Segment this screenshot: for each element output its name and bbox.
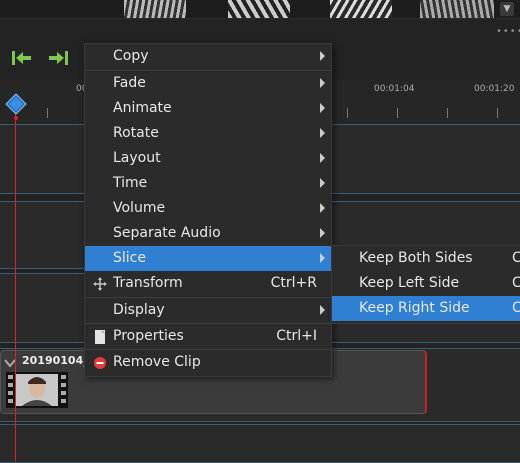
submenu-arrow-icon xyxy=(320,203,325,213)
menu-item-shortcut: C xyxy=(512,275,520,291)
submenu-arrow-icon xyxy=(320,128,325,138)
menu-item-separate-audio[interactable]: Separate Audio xyxy=(85,221,331,246)
menu-item-keep-both-sides[interactable]: Keep Both Sides C xyxy=(332,246,520,271)
jump-to-end-icon[interactable] xyxy=(46,48,70,68)
menu-item-rotate[interactable]: Rotate xyxy=(85,121,331,146)
ruler-tick xyxy=(497,108,498,118)
menu-item-time[interactable]: Time xyxy=(85,171,331,196)
menu-item-label: Keep Right Side xyxy=(359,300,470,316)
menu-item-properties[interactable]: Properties Ctrl+I xyxy=(85,324,331,349)
timeline-track[interactable] xyxy=(0,424,520,463)
context-menu: Copy Fade Animate Rotate Layout Time Vol… xyxy=(84,43,332,377)
menu-item-label: Properties xyxy=(113,328,184,344)
menu-item-label: Volume xyxy=(113,200,166,216)
document-icon xyxy=(93,330,107,344)
submenu-arrow-icon xyxy=(320,253,325,263)
menu-item-keep-left-side[interactable]: Keep Left Side C xyxy=(332,271,520,296)
menu-item-volume[interactable]: Volume xyxy=(85,196,331,221)
submenu-arrow-icon xyxy=(320,178,325,188)
menu-item-label: Layout xyxy=(113,150,161,166)
playhead-marker-icon[interactable] xyxy=(4,92,28,120)
menu-item-remove-clip[interactable]: Remove Clip xyxy=(85,350,331,375)
clip-title: 20190104_ xyxy=(22,354,89,367)
ruler-tick xyxy=(447,108,448,118)
jump-to-start-icon[interactable] xyxy=(10,48,34,68)
menu-item-label: Time xyxy=(113,175,148,191)
submenu-arrow-icon xyxy=(320,78,325,88)
menu-item-shortcut: C xyxy=(512,250,520,266)
menu-item-label: Display xyxy=(113,302,165,318)
submenu-arrow-icon xyxy=(320,305,325,315)
submenu-arrow-icon xyxy=(320,103,325,113)
ruler-time-label: 00:01:20 xyxy=(474,84,515,94)
slice-submenu: Keep Both Sides C Keep Left Side C Keep Ri… xyxy=(331,245,520,324)
menu-item-label: Slice xyxy=(113,250,146,266)
menu-item-slice[interactable]: Slice xyxy=(85,246,331,271)
ruler-time-label: 00:01:04 xyxy=(374,84,415,94)
scroll-down-icon[interactable]: ▼ xyxy=(500,2,514,16)
menu-item-label: Animate xyxy=(113,100,172,116)
playhead-line[interactable] xyxy=(15,112,16,461)
submenu-arrow-icon xyxy=(320,228,325,238)
menu-item-label: Keep Left Side xyxy=(359,275,460,291)
submenu-arrow-icon xyxy=(320,51,325,61)
menu-item-shortcut: Ctrl+I xyxy=(276,328,317,344)
menu-item-transform[interactable]: Transform Ctrl+R xyxy=(85,271,331,296)
menu-item-fade[interactable]: Fade xyxy=(85,71,331,96)
clip-thumbnail xyxy=(420,0,494,18)
menu-item-label: Fade xyxy=(113,75,146,91)
clip-thumbnail xyxy=(228,0,290,18)
menu-item-keep-right-side[interactable]: Keep Right Side C xyxy=(332,296,520,321)
menu-item-animate[interactable]: Animate xyxy=(85,96,331,121)
ruler-tick xyxy=(347,108,348,118)
submenu-arrow-icon xyxy=(320,153,325,163)
menu-item-layout[interactable]: Layout xyxy=(85,146,331,171)
menu-item-shortcut: Ctrl+R xyxy=(270,275,317,291)
menu-item-label: Remove Clip xyxy=(113,354,201,370)
menu-item-display[interactable]: Display xyxy=(85,298,331,323)
ruler-tick xyxy=(47,108,48,118)
menu-item-label: Copy xyxy=(113,48,149,64)
remove-icon xyxy=(93,356,107,370)
clip-thumbnail xyxy=(124,0,186,18)
ruler-tick xyxy=(397,108,398,118)
move-icon xyxy=(93,277,107,291)
menu-item-label: Keep Both Sides xyxy=(359,250,473,266)
menu-item-shortcut: C xyxy=(512,300,520,316)
grip-handle-icon[interactable]: ••••• xyxy=(496,26,520,37)
menu-item-label: Separate Audio xyxy=(113,225,221,241)
menu-item-label: Rotate xyxy=(113,125,159,141)
clip-thumbnail xyxy=(330,0,392,18)
menu-item-label: Transform xyxy=(113,275,183,291)
menu-item-copy[interactable]: Copy xyxy=(85,44,331,69)
